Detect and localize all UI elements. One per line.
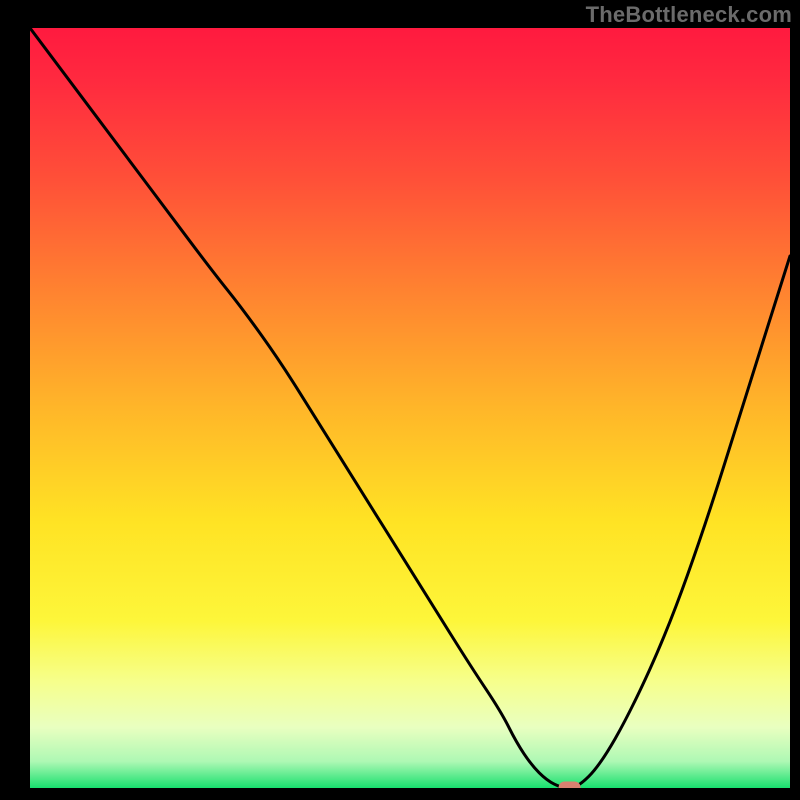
bottleneck-chart <box>0 0 800 800</box>
gradient-background <box>30 28 790 788</box>
optimal-point-marker <box>559 782 581 795</box>
chart-stage: TheBottleneck.com <box>0 0 800 800</box>
